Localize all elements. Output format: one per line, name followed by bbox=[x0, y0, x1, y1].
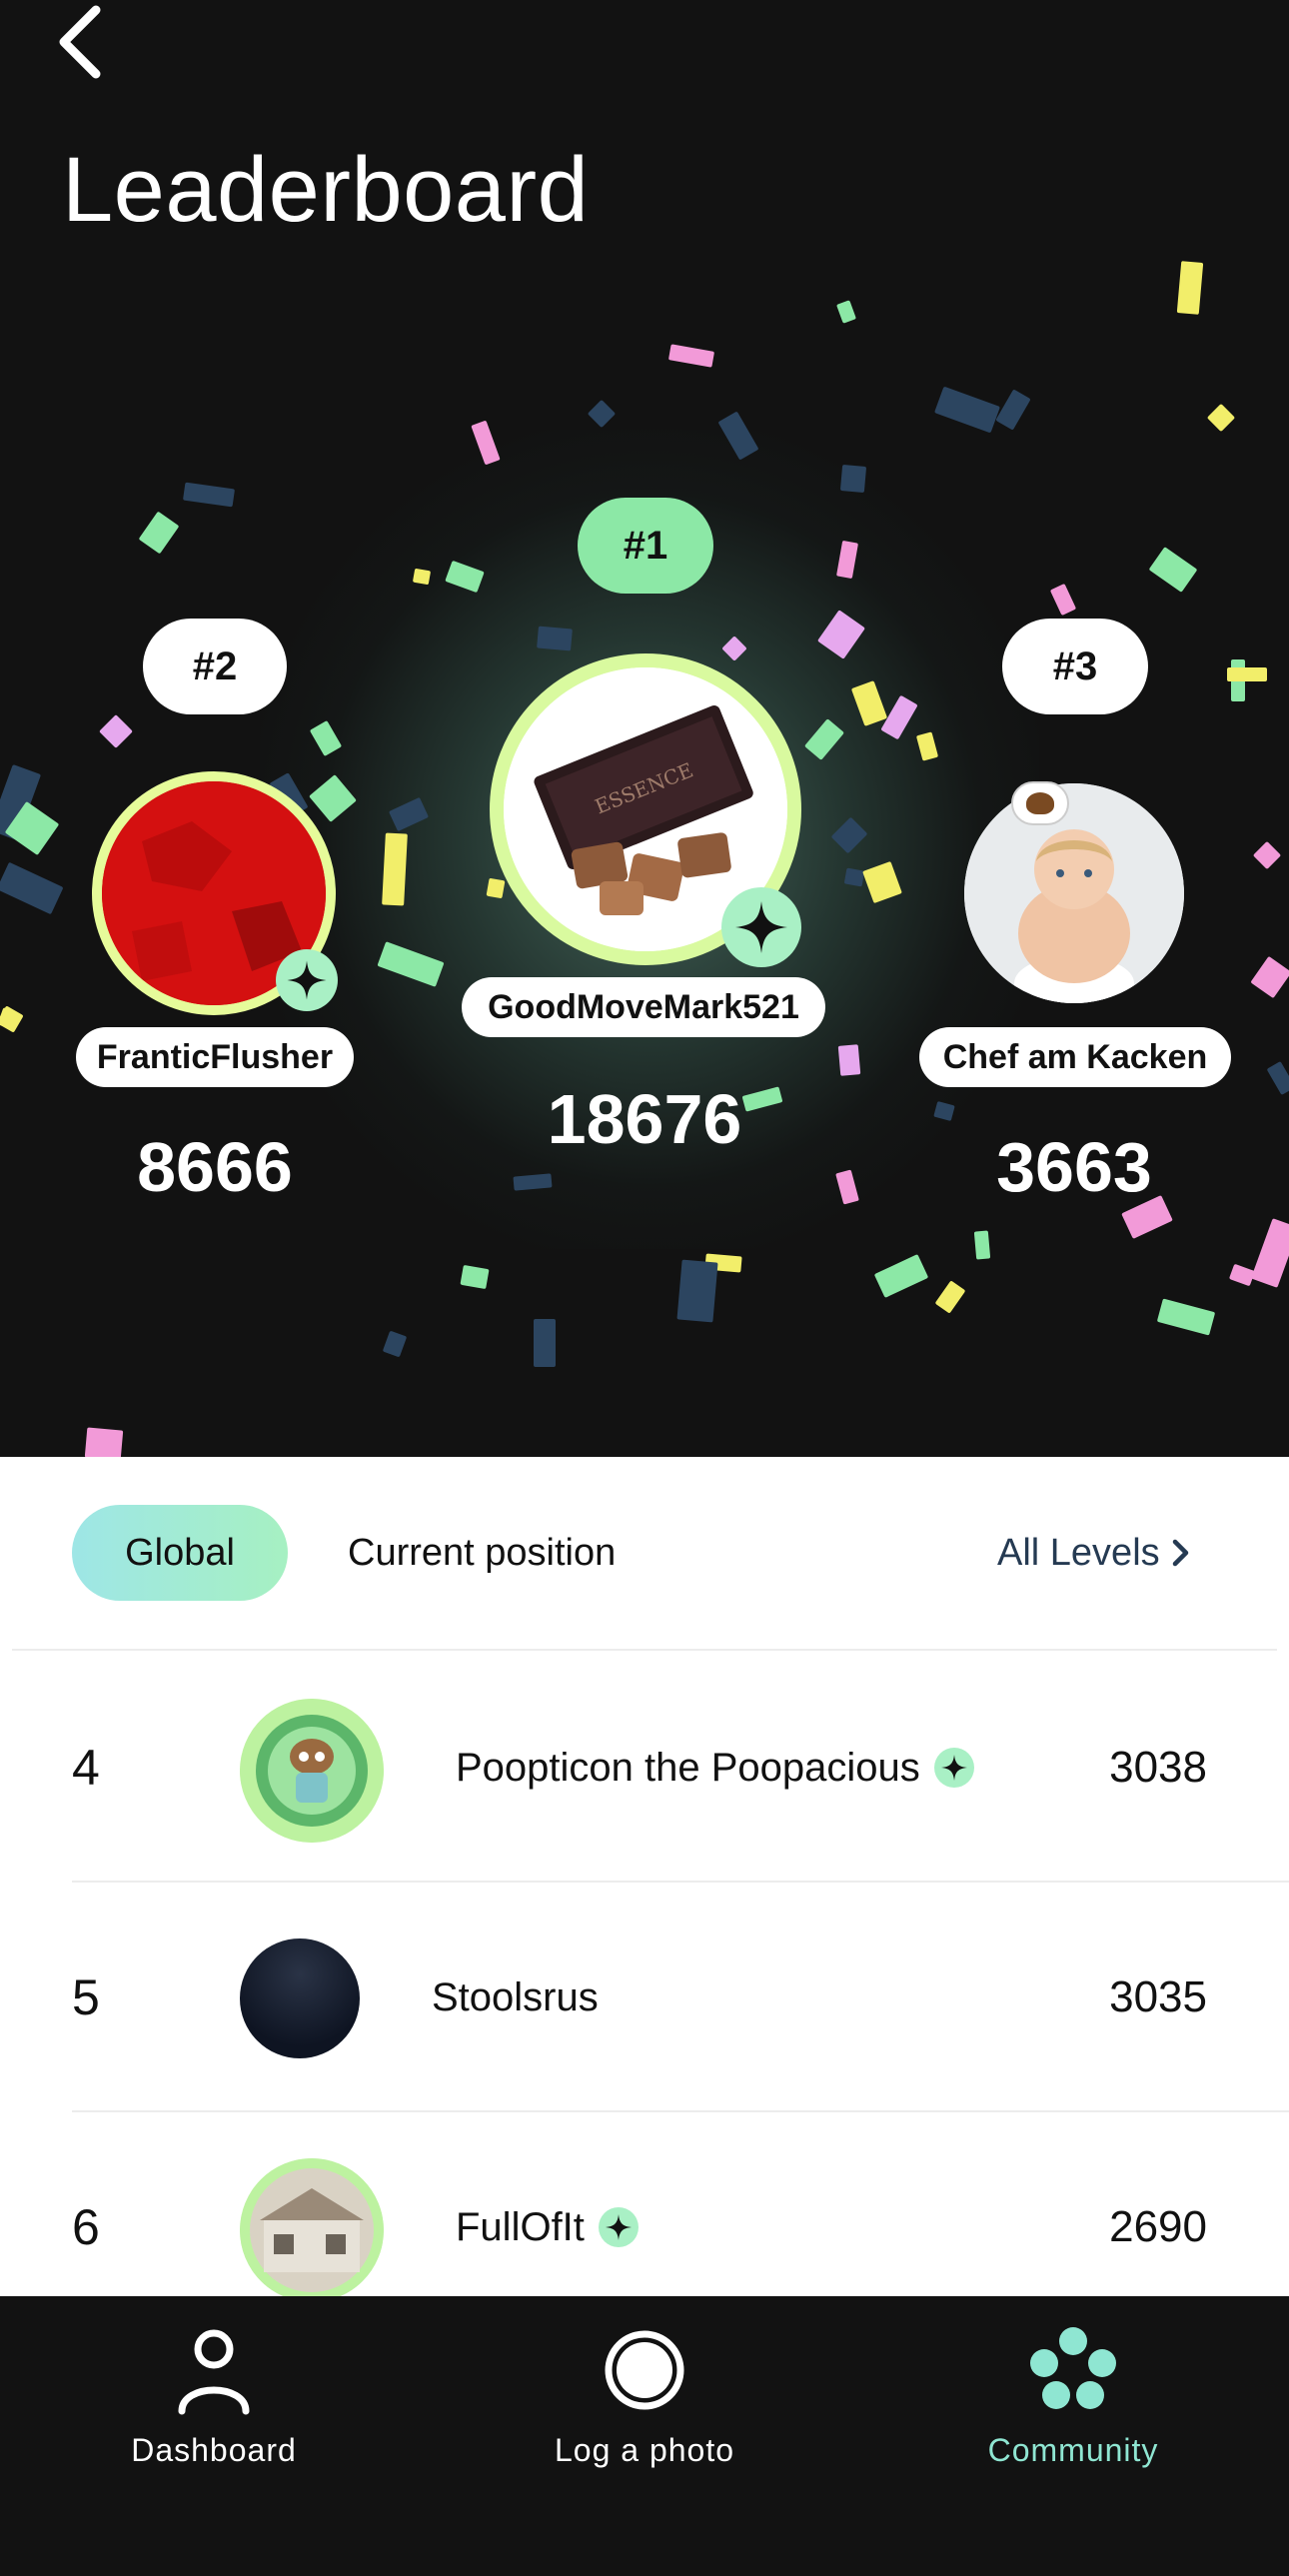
verified-badge bbox=[598, 2207, 639, 2247]
all-levels-label: All Levels bbox=[997, 1531, 1160, 1574]
avatar-image bbox=[964, 783, 1184, 1003]
avatar-image bbox=[240, 2158, 384, 2296]
confetti bbox=[182, 482, 236, 508]
confetti bbox=[1250, 1218, 1289, 1288]
confetti bbox=[1049, 583, 1077, 617]
verified-badge bbox=[721, 887, 801, 967]
podium-name-second: FranticFlusher bbox=[76, 1027, 354, 1087]
row-avatar bbox=[240, 2158, 384, 2296]
confetti bbox=[382, 1330, 408, 1358]
tab-global[interactable]: Global bbox=[72, 1505, 288, 1601]
rank-badge-first: #1 bbox=[578, 498, 713, 594]
nav-log-photo-label: Log a photo bbox=[554, 2432, 735, 2468]
row-username-text: Stoolsrus bbox=[432, 1974, 599, 2019]
person-icon bbox=[178, 2329, 250, 2415]
row-username: FullOfIt bbox=[456, 2112, 639, 2296]
camera-ring-icon bbox=[605, 2330, 684, 2410]
row-rank: 6 bbox=[72, 2199, 100, 2255]
podium-name-first: GoodMoveMark521 bbox=[462, 977, 825, 1037]
nav-dashboard-label: Dashboard bbox=[131, 2432, 297, 2468]
confetti bbox=[837, 1044, 861, 1076]
confetti bbox=[934, 1280, 966, 1314]
row-rank: 4 bbox=[72, 1740, 100, 1796]
confetti bbox=[995, 389, 1031, 431]
rank-badge-third: #3 bbox=[1002, 619, 1148, 714]
sparkle-star-icon bbox=[287, 960, 327, 1000]
confetti bbox=[534, 1319, 556, 1367]
leaderboard-row[interactable]: 6 FullOfIt 2690 bbox=[72, 2112, 1289, 2296]
leaderboard-row[interactable]: 4 Poopticon the Poopacious 3038 bbox=[72, 1653, 1289, 1883]
confetti bbox=[1250, 955, 1289, 999]
confetti bbox=[1266, 1061, 1289, 1095]
tab-current-position[interactable]: Current position bbox=[348, 1505, 616, 1601]
rank-badge-second: #2 bbox=[143, 619, 287, 714]
chevron-right-icon bbox=[1172, 1539, 1188, 1567]
row-username-text: FullOfIt bbox=[456, 2204, 585, 2249]
confetti bbox=[99, 714, 133, 748]
nav-log-photo[interactable]: Log a photo bbox=[515, 2322, 774, 2482]
confetti bbox=[836, 300, 856, 324]
confetti bbox=[873, 1254, 929, 1298]
podium-score-second: 8666 bbox=[137, 1128, 293, 1206]
row-score: 3038 bbox=[1109, 1743, 1207, 1792]
podium-score-third: 3663 bbox=[996, 1128, 1152, 1206]
confetti bbox=[973, 1230, 991, 1260]
avatar-third[interactable] bbox=[964, 783, 1184, 1003]
confetti bbox=[537, 626, 573, 651]
nav-community[interactable]: Community bbox=[943, 2322, 1203, 2482]
divider bbox=[12, 1649, 1277, 1651]
poop-speech-bubble bbox=[1011, 781, 1069, 825]
confetti bbox=[1176, 261, 1204, 315]
community-dots-icon bbox=[1030, 2327, 1116, 2409]
confetti bbox=[587, 399, 617, 429]
nav-community-label: Community bbox=[987, 2432, 1159, 2468]
confetti bbox=[84, 1427, 124, 1457]
row-avatar bbox=[240, 1938, 360, 2058]
row-avatar bbox=[240, 1699, 384, 1843]
sparkle-star-icon bbox=[605, 2214, 632, 2240]
confetti bbox=[1227, 667, 1267, 681]
row-username: Poopticon the Poopacious bbox=[456, 1653, 974, 1883]
podium-name-third: Chef am Kacken bbox=[919, 1027, 1231, 1087]
row-username: Stoolsrus bbox=[432, 1883, 599, 2112]
confetti bbox=[676, 1259, 718, 1323]
row-username-text: Poopticon the Poopacious bbox=[456, 1745, 920, 1790]
verified-badge bbox=[933, 1748, 974, 1788]
back-button[interactable] bbox=[52, 0, 122, 90]
back-chevron-icon bbox=[59, 5, 101, 79]
row-rank: 5 bbox=[72, 1969, 100, 2025]
confetti bbox=[486, 877, 506, 899]
sparkle-star-icon bbox=[735, 901, 787, 953]
confetti bbox=[1252, 840, 1282, 870]
confetti bbox=[460, 1264, 490, 1290]
confetti bbox=[1148, 547, 1198, 593]
nav-dashboard[interactable]: Dashboard bbox=[84, 2322, 344, 2482]
page-title: Leaderboard bbox=[62, 139, 590, 241]
confetti bbox=[843, 867, 865, 887]
leaderboard-list-panel: Global Current position All Levels 4 Poo… bbox=[0, 1457, 1289, 2296]
bottom-nav: Dashboard Log a photo Community bbox=[0, 2296, 1289, 2576]
confetti bbox=[412, 568, 432, 586]
confetti bbox=[1228, 1263, 1256, 1287]
confetti bbox=[934, 386, 1000, 434]
confetti bbox=[0, 861, 64, 915]
confetti bbox=[382, 832, 408, 906]
avatar-image bbox=[240, 1699, 384, 1843]
confetti bbox=[1156, 1298, 1216, 1336]
sparkle-star-icon bbox=[940, 1755, 967, 1781]
confetti bbox=[1206, 403, 1236, 433]
podium-score-first: 18676 bbox=[547, 1080, 742, 1158]
confetti bbox=[667, 344, 715, 368]
leaderboard-row[interactable]: 5 Stoolsrus 3035 bbox=[72, 1883, 1289, 2112]
row-score: 3035 bbox=[1109, 1972, 1207, 2021]
leaderboard-hero: Leaderboard #1 ESSENCE GoodMoveMark521 1… bbox=[0, 0, 1289, 1457]
confetti bbox=[839, 465, 867, 493]
verified-badge bbox=[276, 949, 338, 1011]
poop-icon bbox=[1026, 792, 1054, 814]
confetti bbox=[138, 511, 180, 555]
all-levels-link[interactable]: All Levels bbox=[997, 1505, 1192, 1601]
row-score: 2690 bbox=[1109, 2202, 1207, 2251]
